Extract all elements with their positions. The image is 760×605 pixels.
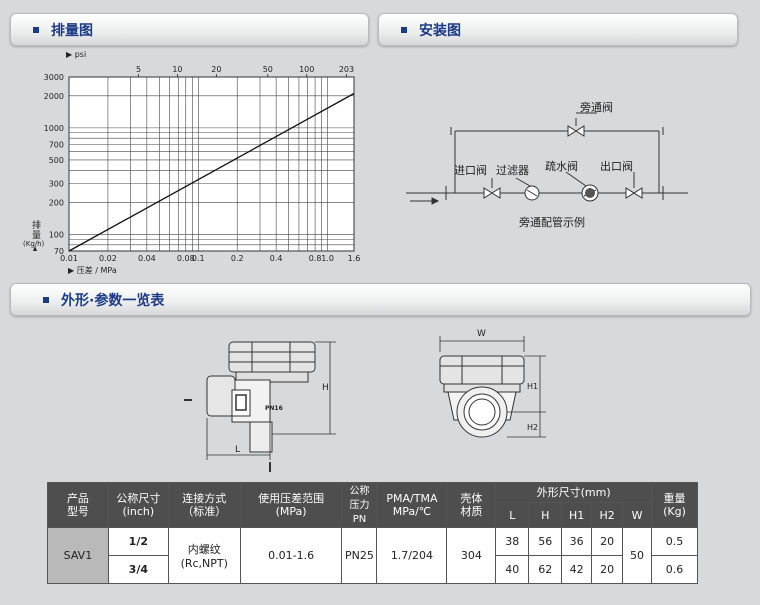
cell-H: 56 bbox=[528, 527, 563, 556]
bypass-valve-label: 旁通阀 bbox=[580, 100, 613, 114]
cell-size: 3/4 bbox=[107, 555, 169, 584]
cell-weight: 0.6 bbox=[651, 555, 698, 584]
cell-pn: PN25 bbox=[341, 527, 378, 584]
dim-H2-label: H2 bbox=[527, 423, 538, 432]
header-H2: H2 bbox=[591, 502, 624, 528]
dim-H1-label: H1 bbox=[527, 382, 538, 391]
bullet-square-icon bbox=[43, 296, 49, 303]
header-weight: 重量 (Kg) bbox=[651, 482, 698, 528]
front-view-drawing bbox=[439, 336, 546, 438]
y-tick-label: 300 bbox=[49, 180, 64, 189]
header-W: W bbox=[622, 502, 653, 528]
header-H: H bbox=[528, 502, 563, 528]
cell-W: 50 bbox=[622, 527, 653, 584]
cell-pma-tma: 1.7/204 bbox=[376, 527, 448, 584]
header-connection: 连接方式 （标准） bbox=[167, 482, 241, 528]
header-model: 产品 型号 bbox=[47, 482, 109, 528]
x-tick-label: 0.01 bbox=[60, 254, 78, 263]
cell-size: 1/2 bbox=[107, 527, 169, 556]
triangle-up-icon bbox=[33, 246, 37, 251]
top-tick-label: 203 bbox=[339, 65, 354, 74]
x-axis-label: ▶ 压差 / MPa bbox=[68, 265, 117, 275]
dim-L-label: L bbox=[235, 445, 240, 455]
dim-W-label: W bbox=[477, 329, 486, 339]
y-tick-label: 1000 bbox=[44, 124, 64, 133]
bullet-square-icon bbox=[33, 26, 39, 33]
header-pressure-range: 使用压差范围 (MPa) bbox=[239, 482, 343, 528]
cell-model: SAV1 bbox=[47, 527, 109, 584]
y-tick-label: 700 bbox=[49, 140, 64, 149]
pn-mark: PN16 bbox=[265, 405, 283, 412]
y-tick-label: 500 bbox=[49, 156, 64, 165]
top-tick-label: 5 bbox=[136, 65, 141, 74]
side-view-drawing bbox=[184, 341, 336, 472]
dim-H-label: H bbox=[322, 383, 329, 393]
inlet-valve-label: 进口阀 bbox=[454, 163, 487, 177]
y-axis-label-2: 量 bbox=[32, 230, 41, 241]
table-row: SAV1 1/2 内螺纹 (Rc,NPT) 0.01-1.6 PN25 1.7/… bbox=[47, 527, 698, 584]
x-tick-label: 0.1 bbox=[192, 254, 205, 263]
header-pma-tma: PMA/TMA MPa/℃ bbox=[376, 482, 448, 528]
cell-H2: 20 bbox=[591, 527, 624, 556]
header-size: 公称尺寸 (inch) bbox=[107, 482, 169, 528]
y-tick-label: 100 bbox=[49, 230, 64, 239]
header-body-material: 壳体 材质 bbox=[446, 482, 497, 528]
header-L: L bbox=[495, 502, 530, 528]
y-tick-label: 70 bbox=[54, 247, 64, 256]
header-dims: 外形尺寸(mm) bbox=[495, 482, 653, 503]
x-tick-label: 1.0 bbox=[321, 254, 334, 263]
top-tick-label: 50 bbox=[263, 65, 273, 74]
top-tick-label: 100 bbox=[299, 65, 314, 74]
chart-ticks: 0.01 0.02 0.04 0.080.1 0.2 0.4 0.8 1.0 1.6 3000 20… bbox=[44, 65, 361, 263]
installation-header: 安装图 bbox=[378, 13, 738, 46]
cell-body-material: 304 bbox=[446, 527, 497, 584]
chart-grid bbox=[68, 74, 355, 252]
installation-title: 安装图 bbox=[419, 22, 461, 39]
cell-H1: 36 bbox=[561, 527, 593, 556]
cell-L: 38 bbox=[495, 527, 530, 556]
trap-label: 疏水阀 bbox=[545, 159, 578, 173]
top-tick-label: 20 bbox=[211, 65, 221, 74]
header-pn: 公称 压力 PN bbox=[341, 482, 378, 528]
bullet-square-icon bbox=[401, 26, 407, 33]
dimensions-header: 外形·参数一览表 bbox=[10, 283, 751, 316]
y-tick-label: 2000 bbox=[44, 92, 64, 101]
outlet-valve-label: 出口阀 bbox=[600, 159, 633, 173]
x-tick-label: 0.2 bbox=[231, 254, 244, 263]
filter-label: 过滤器 bbox=[496, 164, 529, 177]
top-tick-label: 10 bbox=[172, 65, 182, 74]
spec-table: 产品 型号 公称尺寸 (inch) 连接方式 （标准） 使用压差范围 (MPa)… bbox=[47, 482, 698, 584]
x-tick-label: 0.04 bbox=[138, 254, 156, 263]
x-tick-label: 0.4 bbox=[270, 254, 283, 263]
cell-connection: 内螺纹 (Rc,NPT) bbox=[167, 527, 241, 584]
cell-H: 62 bbox=[528, 555, 563, 584]
top-axis-label: ▶ psi bbox=[66, 50, 86, 59]
flow-chart-title: 排量图 bbox=[51, 22, 93, 39]
cell-pressure-range: 0.01-1.6 bbox=[239, 527, 343, 584]
cell-L: 40 bbox=[495, 555, 530, 584]
y-axis-label-1: 排 bbox=[32, 219, 41, 231]
series-line bbox=[68, 92, 355, 252]
x-tick-label: 0.02 bbox=[99, 254, 117, 263]
x-tick-label: 0.08 bbox=[177, 254, 195, 263]
cell-weight: 0.5 bbox=[651, 527, 698, 556]
bypass-caption: 旁通配管示例 bbox=[519, 215, 585, 229]
cell-H2: 20 bbox=[591, 555, 624, 584]
x-tick-label: 0.8 bbox=[309, 254, 322, 263]
flow-chart-header: 排量图 bbox=[10, 13, 369, 46]
cell-H1: 42 bbox=[561, 555, 593, 584]
dimensions-title: 外形·参数一览表 bbox=[61, 292, 165, 309]
header-H1: H1 bbox=[561, 502, 593, 528]
y-tick-label: 200 bbox=[49, 198, 64, 207]
y-axis-unit: (Kg/h) bbox=[23, 240, 45, 248]
x-tick-label: 1.6 bbox=[348, 254, 361, 263]
y-tick-label: 3000 bbox=[44, 73, 64, 82]
